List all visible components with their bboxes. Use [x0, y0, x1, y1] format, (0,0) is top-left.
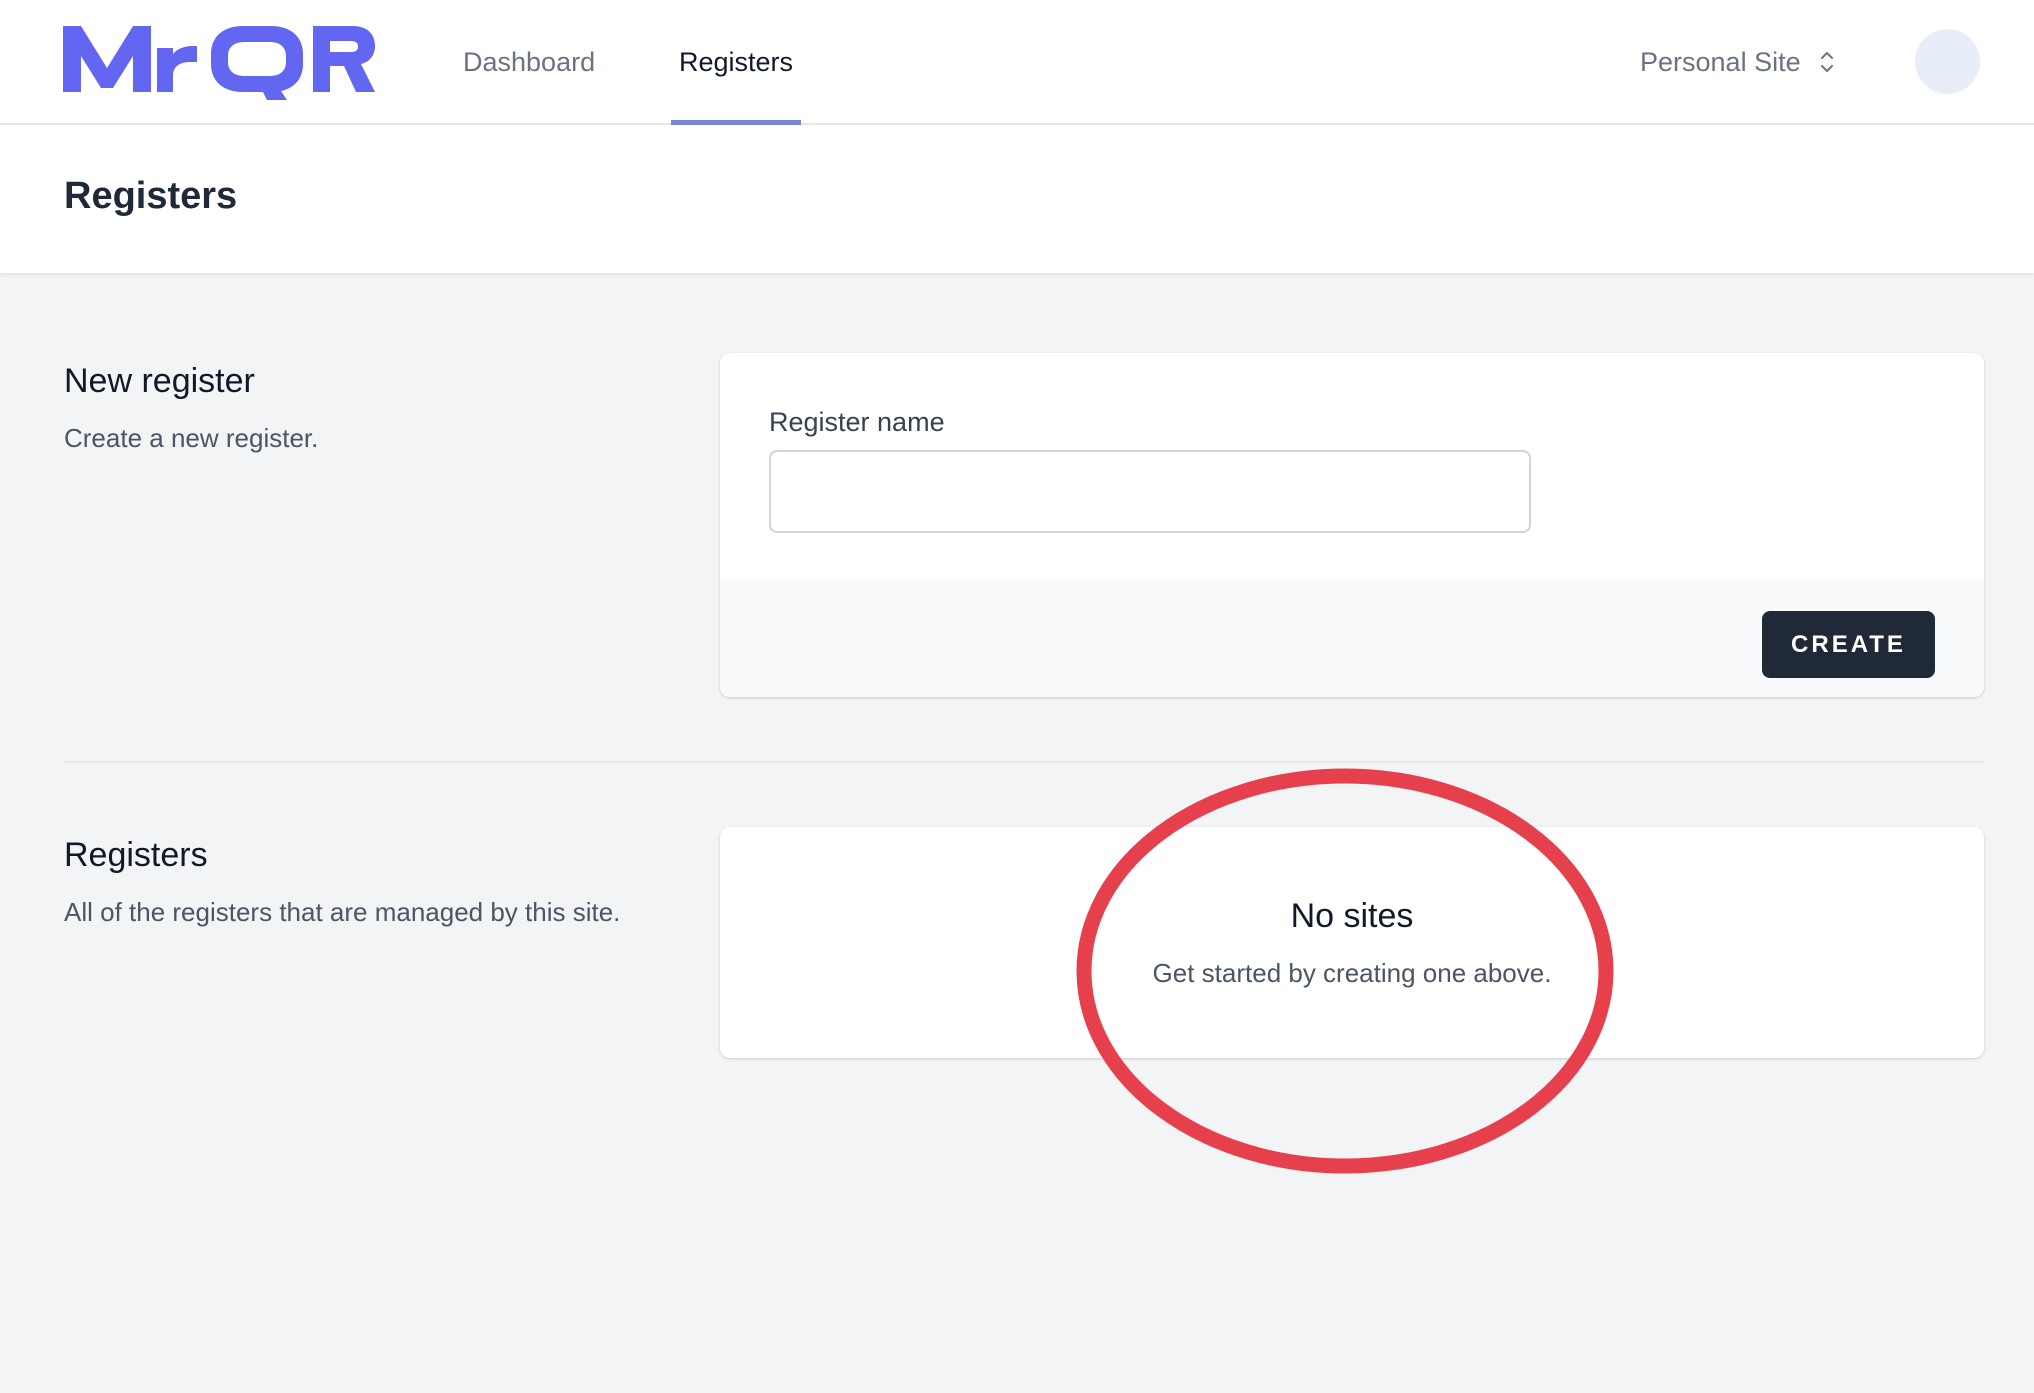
empty-state-description: Get started by creating one above. [1152, 958, 1552, 988]
logo-wordmark [63, 26, 375, 100]
new-register-card: Register name CREATE [720, 353, 1984, 697]
nav-registers-label: Registers [679, 47, 794, 77]
site-switcher[interactable]: Personal Site [1640, 38, 1835, 86]
site-switcher-label: Personal Site [1640, 46, 1801, 77]
empty-state-title: No sites [1290, 897, 1414, 935]
nav-dashboard-label: Dashboard [463, 47, 596, 77]
chevron-up-down-icon [1820, 52, 1833, 72]
mrqr-logo[interactable] [63, 22, 375, 100]
registers-description: All of the registers that are managed by… [64, 897, 621, 927]
registers-heading: Registers [64, 836, 208, 874]
page-header: Registers [0, 125, 2034, 273]
registers-list-card: No sites Get started by creating one abo… [720, 827, 1984, 1058]
top-navigation: Dashboard Registers Personal Site [0, 0, 2034, 125]
nav-dashboard[interactable]: Dashboard [463, 0, 595, 125]
create-button[interactable]: CREATE [1762, 611, 1935, 678]
nav-registers[interactable]: Registers [671, 0, 802, 125]
new-register-heading: New register [64, 362, 255, 400]
new-register-card-footer: CREATE [720, 579, 1984, 697]
page-title: Registers [64, 175, 238, 217]
user-avatar[interactable] [1915, 29, 1980, 94]
register-name-label: Register name [769, 407, 945, 437]
register-name-input[interactable] [769, 450, 1531, 533]
new-register-description: Create a new register. [64, 423, 319, 453]
section-divider [64, 761, 1984, 763]
